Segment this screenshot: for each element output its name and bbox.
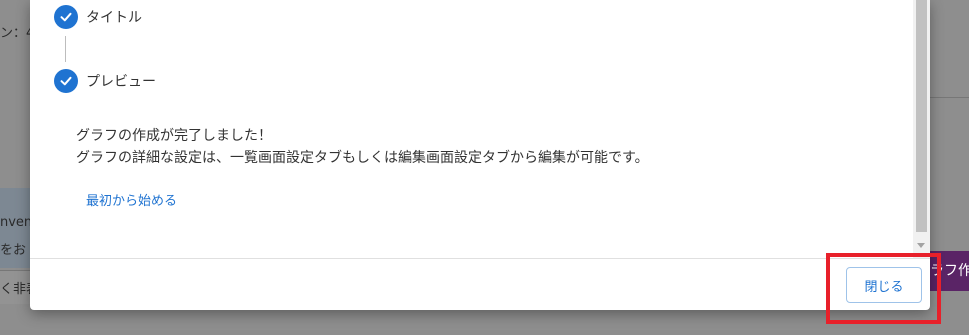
scrollbar[interactable]: [913, 0, 930, 258]
step-title: タイトル: [54, 5, 142, 29]
graph-wizard-dialog: タイトル プレビュー グラフの作成が完了しました！ グラフの詳細な設定は、一覧画…: [30, 0, 930, 310]
step-preview: プレビュー: [54, 69, 156, 93]
scroll-down-arrow-icon[interactable]: [917, 243, 925, 248]
step-label: プレビュー: [86, 74, 156, 90]
scrollbar-thumb[interactable]: [916, 0, 927, 232]
message-line: グラフの作成が完了しました！: [76, 128, 272, 144]
background-create-graph-button: ラフ作: [930, 251, 969, 291]
message-line: グラフの詳細な設定は、一覧画面設定タブもしくは編集画面設定タブから編集が可能です…: [76, 150, 649, 166]
restart-link[interactable]: 最初から始める: [86, 190, 177, 209]
dialog-content: タイトル プレビュー グラフの作成が完了しました！ グラフの詳細な設定は、一覧画…: [30, 0, 930, 258]
step-label: タイトル: [86, 10, 142, 26]
close-button[interactable]: 閉じる: [846, 267, 922, 303]
check-icon: [54, 5, 78, 29]
background-snippet: nvent: [0, 215, 30, 230]
completion-message: グラフの作成が完了しました！ グラフの詳細な設定は、一覧画面設定タブもしくは編集…: [76, 125, 649, 169]
check-icon: [54, 69, 78, 93]
background-snippet: をお: [0, 243, 27, 258]
background-divider: [930, 97, 969, 98]
background-snippet: く非表: [0, 282, 30, 297]
step-connector: [65, 36, 66, 62]
footer-divider: [30, 258, 930, 259]
